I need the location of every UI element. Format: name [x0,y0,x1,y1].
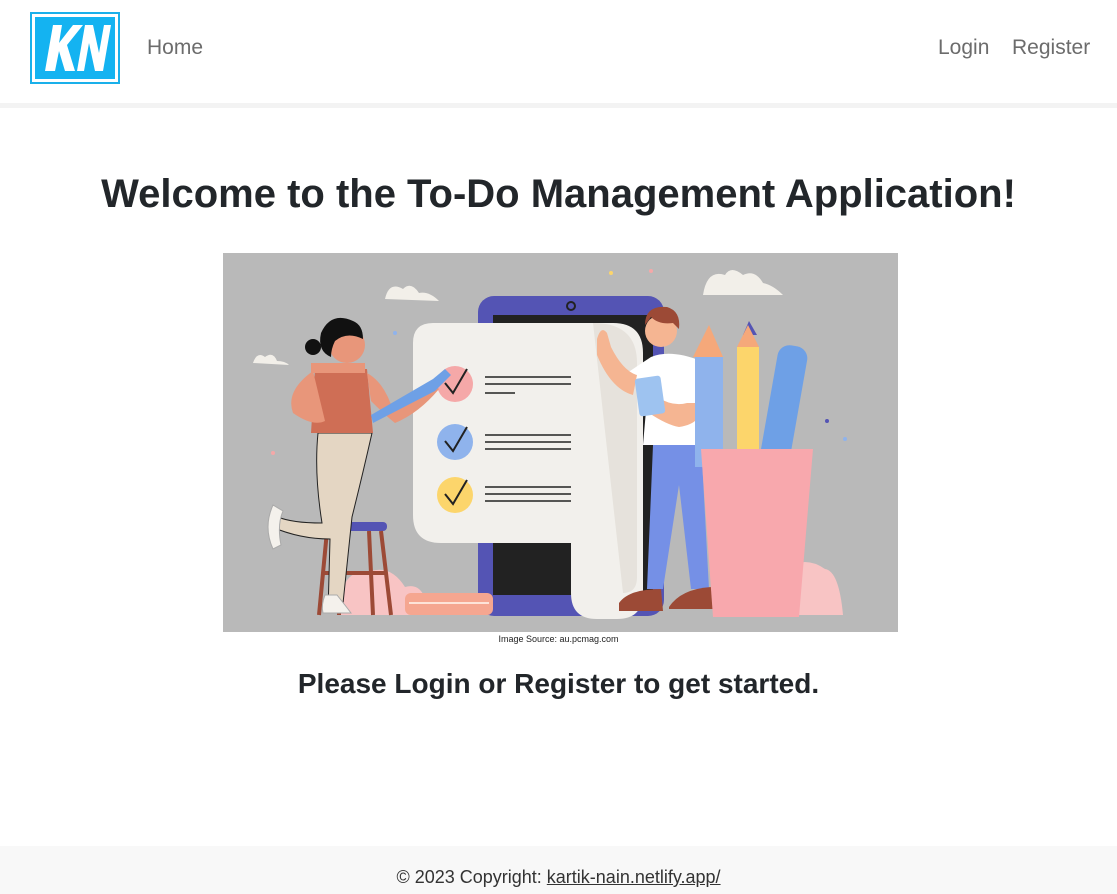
todo-illustration-icon [253,269,847,619]
navbar: Home Login Register [0,0,1117,108]
nav-home-link[interactable]: Home [147,34,203,62]
nav-register-link[interactable]: Register [1012,34,1090,62]
brand-logo[interactable] [30,12,120,84]
footer-portfolio-link[interactable]: kartik-nain.netlify.app/ [547,867,721,887]
footer: © 2023 Copyright: kartik-nain.netlify.ap… [0,846,1117,894]
logo-kn-icon [45,25,111,71]
page-title: Welcome to the To-Do Management Applicat… [101,172,1016,216]
hero-illustration [223,253,898,632]
call-to-action-text: Please Login or Register to get started. [297,668,820,699]
nav-login-link[interactable]: Login [938,34,989,62]
logo-tile [35,17,115,79]
footer-copyright: © 2023 Copyright: [396,867,547,887]
image-source-caption: Image Source: au.pcmag.com [498,634,619,644]
